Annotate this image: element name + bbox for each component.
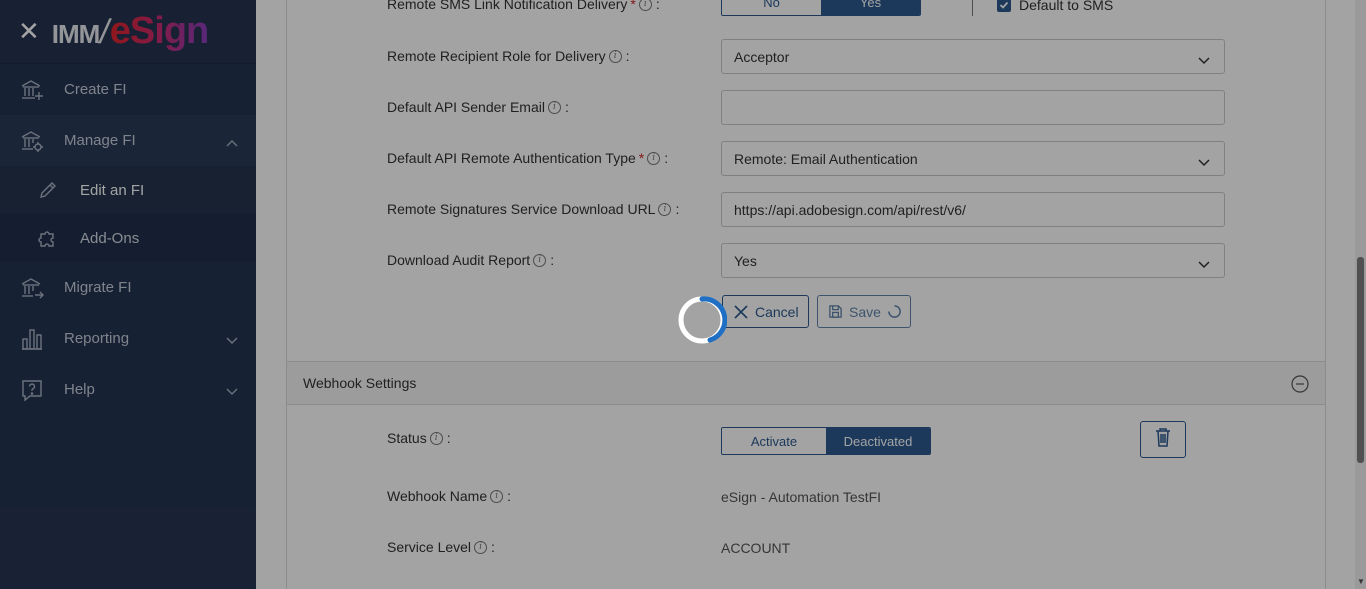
- loading-spinner-icon: [677, 295, 728, 345]
